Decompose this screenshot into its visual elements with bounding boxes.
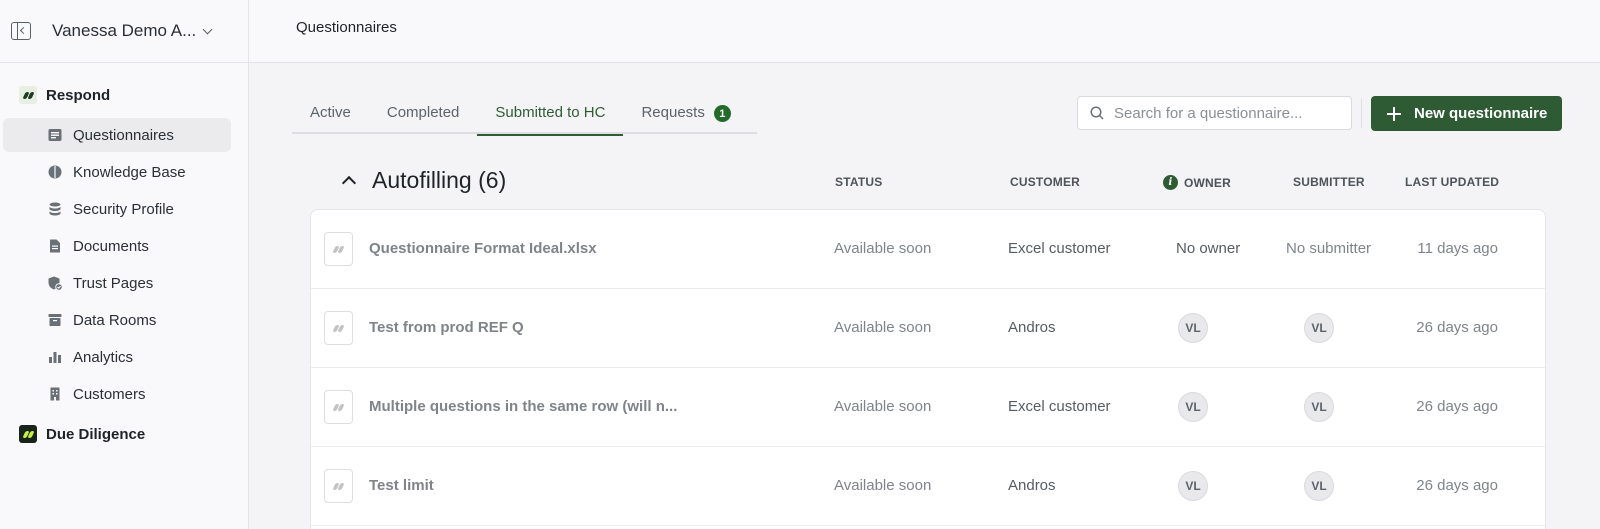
sidebar-item-knowledge-base[interactable]: Knowledge Base	[3, 155, 231, 189]
sidebar-nav: Respond Questionnaires Knowledge Base Se…	[0, 63, 248, 454]
list-icon	[47, 127, 63, 143]
questionnaire-file-icon	[324, 311, 353, 345]
sidebar-item-security-profile[interactable]: Security Profile	[3, 192, 231, 226]
questionnaire-file-icon	[324, 232, 353, 266]
search-box	[1077, 96, 1352, 130]
collapse-sidebar-icon[interactable]	[11, 22, 31, 40]
building-icon	[47, 386, 63, 402]
owner-avatar[interactable]: VL	[1178, 392, 1208, 422]
customer-name: Andros	[1008, 319, 1056, 336]
document-icon	[47, 238, 63, 254]
owner-text: No owner	[1176, 240, 1241, 257]
sidebar-item-trust-pages[interactable]: Trust Pages	[3, 266, 231, 300]
tab-label: Completed	[386, 104, 460, 121]
column-customer[interactable]: CUSTOMER	[1010, 175, 1080, 189]
page-title: Questionnaires	[296, 19, 397, 36]
sidebar-item-analytics[interactable]: Analytics	[3, 340, 231, 374]
search-input[interactable]	[1114, 104, 1344, 122]
chevron-down-icon[interactable]	[202, 24, 213, 34]
column-status[interactable]: STATUS	[835, 175, 882, 189]
sidebar-item-label: Security Profile	[73, 200, 174, 218]
questionnaire-file-icon	[324, 390, 353, 424]
sidebar-item-data-rooms[interactable]: Data Rooms	[3, 303, 231, 337]
last-updated: 11 days ago	[1417, 240, 1498, 257]
sidebar-item-label: Questionnaires	[73, 126, 174, 144]
sidebar-item-label: Data Rooms	[73, 311, 157, 329]
customer-name: Andros	[1008, 477, 1056, 494]
tab-active[interactable]: Active	[292, 95, 369, 134]
table-row[interactable]: Test limit Available soon Andros VL VL 2…	[311, 447, 1545, 526]
group-title: Autofilling (6)	[372, 167, 507, 193]
questionnaire-file-icon	[324, 469, 353, 503]
toolbar-divider	[1361, 98, 1362, 128]
customer-name: Excel customer	[1008, 240, 1111, 257]
sidebar-item-label: Trust Pages	[73, 274, 154, 292]
status-text: Available soon	[834, 240, 932, 257]
chevron-up-icon[interactable]	[342, 174, 354, 186]
group-header: Autofilling (6) STATUS CUSTOMER i OWNER …	[310, 160, 1546, 204]
archive-icon	[47, 312, 63, 328]
status-text: Available soon	[834, 319, 932, 336]
sidebar-item-label: Knowledge Base	[73, 163, 186, 181]
tab-requests[interactable]: Requests 1	[623, 95, 748, 134]
questionnaire-name[interactable]: Questionnaire Format Ideal.xlsx	[369, 240, 597, 257]
column-submitter[interactable]: SUBMITTER	[1293, 175, 1365, 189]
table-row[interactable]: Questionnaire Format Ideal.xlsx Availabl…	[311, 210, 1545, 289]
new-questionnaire-button[interactable]: New questionnaire	[1371, 96, 1562, 131]
sidebar-section-label: Respond	[46, 86, 111, 104]
submitter-avatar[interactable]: VL	[1304, 471, 1334, 501]
requests-count-badge: 1	[713, 105, 731, 122]
sidebar-item-questionnaires[interactable]: Questionnaires	[3, 118, 231, 152]
questionnaire-name[interactable]: Test from prod REF Q	[369, 319, 524, 336]
column-owner[interactable]: i OWNER	[1163, 175, 1231, 190]
last-updated: 26 days ago	[1416, 319, 1498, 336]
sidebar-item-label: Customers	[73, 385, 146, 403]
column-owner-label: OWNER	[1184, 175, 1231, 190]
status-text: Available soon	[834, 398, 932, 415]
questionnaire-name[interactable]: Multiple questions in the same row (will…	[369, 398, 677, 415]
owner-avatar[interactable]: VL	[1178, 471, 1208, 501]
tab-label: Submitted to HC	[495, 104, 606, 121]
tab-submitted-to-hc[interactable]: Submitted to HC	[477, 95, 624, 136]
submitter-avatar[interactable]: VL	[1304, 392, 1334, 422]
search-icon	[1090, 106, 1104, 120]
submitter-text: No submitter	[1286, 240, 1372, 257]
questionnaire-table: Questionnaire Format Ideal.xlsx Availabl…	[310, 209, 1546, 529]
shield-check-icon	[47, 275, 63, 291]
respond-logo-icon	[19, 86, 37, 104]
sidebar-item-documents[interactable]: Documents	[3, 229, 231, 263]
column-last-updated[interactable]: LAST UPDATED	[1405, 175, 1499, 189]
questionnaire-name[interactable]: Test limit	[369, 477, 434, 494]
sidebar-section-label: Due Diligence	[46, 425, 146, 443]
status-text: Available soon	[834, 477, 932, 494]
workspace-header: Vanessa Demo A...	[0, 0, 248, 63]
table-row[interactable]: Multiple questions in the same row (will…	[311, 368, 1545, 447]
plus-icon	[1387, 106, 1401, 121]
tab-completed[interactable]: Completed	[369, 95, 478, 134]
sidebar: Vanessa Demo A... Respond Questionnaires…	[0, 0, 249, 529]
database-icon	[47, 201, 63, 217]
tab-label: Active	[310, 104, 351, 121]
due-diligence-logo-icon	[19, 425, 37, 443]
info-icon[interactable]: i	[1163, 175, 1178, 190]
sidebar-item-label: Documents	[73, 237, 149, 255]
tab-label: Requests	[641, 104, 705, 121]
new-questionnaire-label: New questionnaire	[1414, 105, 1548, 122]
last-updated: 26 days ago	[1416, 398, 1498, 415]
sidebar-item-customers[interactable]: Customers	[3, 377, 231, 411]
sidebar-item-label: Analytics	[73, 348, 134, 366]
sidebar-section-respond[interactable]: Respond	[0, 75, 248, 115]
last-updated: 26 days ago	[1416, 477, 1498, 494]
owner-avatar[interactable]: VL	[1178, 313, 1208, 343]
top-bar: Questionnaires	[249, 0, 1600, 63]
bar-chart-icon	[47, 349, 63, 365]
submitter-avatar[interactable]: VL	[1304, 313, 1334, 343]
customer-name: Excel customer	[1008, 398, 1111, 415]
brain-icon	[47, 164, 63, 180]
workspace-name[interactable]: Vanessa Demo A...	[52, 21, 196, 41]
table-row[interactable]: Test from prod REF Q Available soon Andr…	[311, 289, 1545, 368]
sidebar-section-due-diligence[interactable]: Due Diligence	[0, 414, 248, 454]
tab-bar: Active Completed Submitted to HC Request…	[292, 95, 757, 136]
